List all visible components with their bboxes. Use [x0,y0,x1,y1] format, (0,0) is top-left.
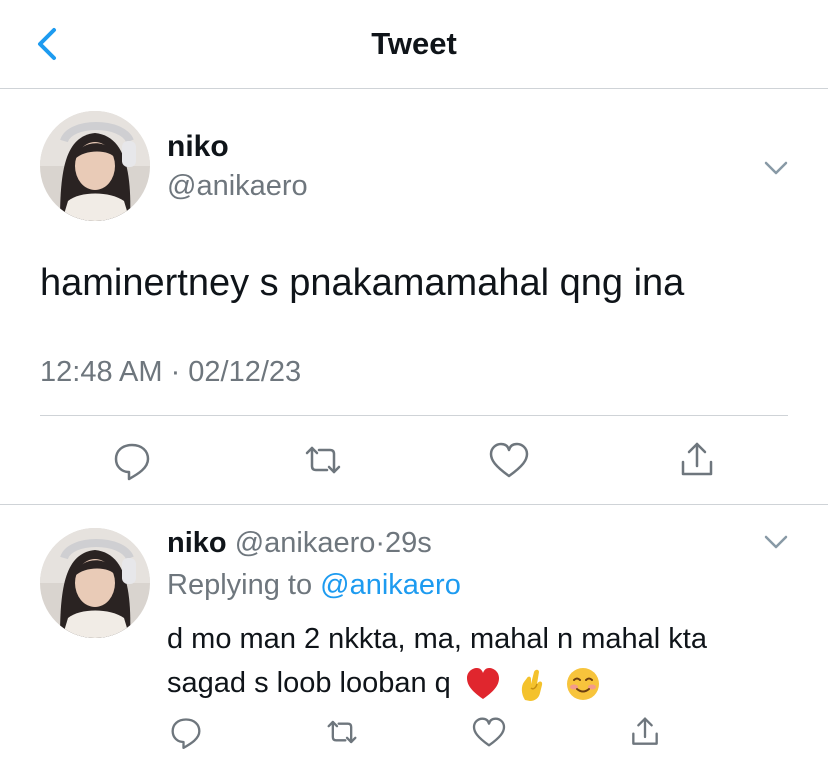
reply-time: 29s [385,527,432,559]
pinching-hand-emoji [515,666,551,702]
avatar[interactable] [40,111,150,221]
replying-to: Replying to @anikaero [167,569,461,602]
divider [0,504,828,505]
display-name[interactable]: niko [167,130,229,164]
reply-icon[interactable] [166,712,206,752]
reply-text-line-2: sagad s loob looban q [167,661,707,705]
like-icon[interactable] [485,436,533,484]
reply-text-line: sagad s loob looban q [167,667,451,699]
reply-text: d mo man 2 nkkta, ma, mahal n mahal kta … [167,617,707,705]
smiling-face-emoji [565,666,601,702]
avatar[interactable] [40,528,150,638]
tweet-text: haminertney s pnakamamahal qng ina [40,262,685,304]
separator-dot: · [375,527,386,559]
chevron-down-icon[interactable] [760,152,792,184]
replying-to-label: Replying to [167,569,313,601]
page-title: Tweet [371,26,457,61]
reply-header: niko @anikaero·29s [167,527,432,560]
chevron-down-icon[interactable] [760,526,792,558]
header-divider [0,88,828,89]
retweet-icon[interactable] [299,436,347,484]
user-handle[interactable]: @anikaero [167,170,308,203]
top-bar: Tweet [0,0,828,88]
reply-text-line: d mo man 2 nkkta, ma, mahal n mahal kta [167,623,707,655]
like-icon[interactable] [469,712,509,752]
display-name[interactable]: niko [167,527,227,559]
user-handle[interactable]: @anikaero [235,527,376,559]
share-icon[interactable] [673,436,721,484]
tweet-timestamp: 12:48 AM · 02/12/23 [40,356,302,388]
share-icon[interactable] [625,712,665,752]
reply-icon[interactable] [108,436,156,484]
replying-to-handle[interactable]: @anikaero [320,569,461,601]
divider [40,415,788,416]
red-heart-emoji [465,666,501,702]
retweet-icon[interactable] [322,712,362,752]
